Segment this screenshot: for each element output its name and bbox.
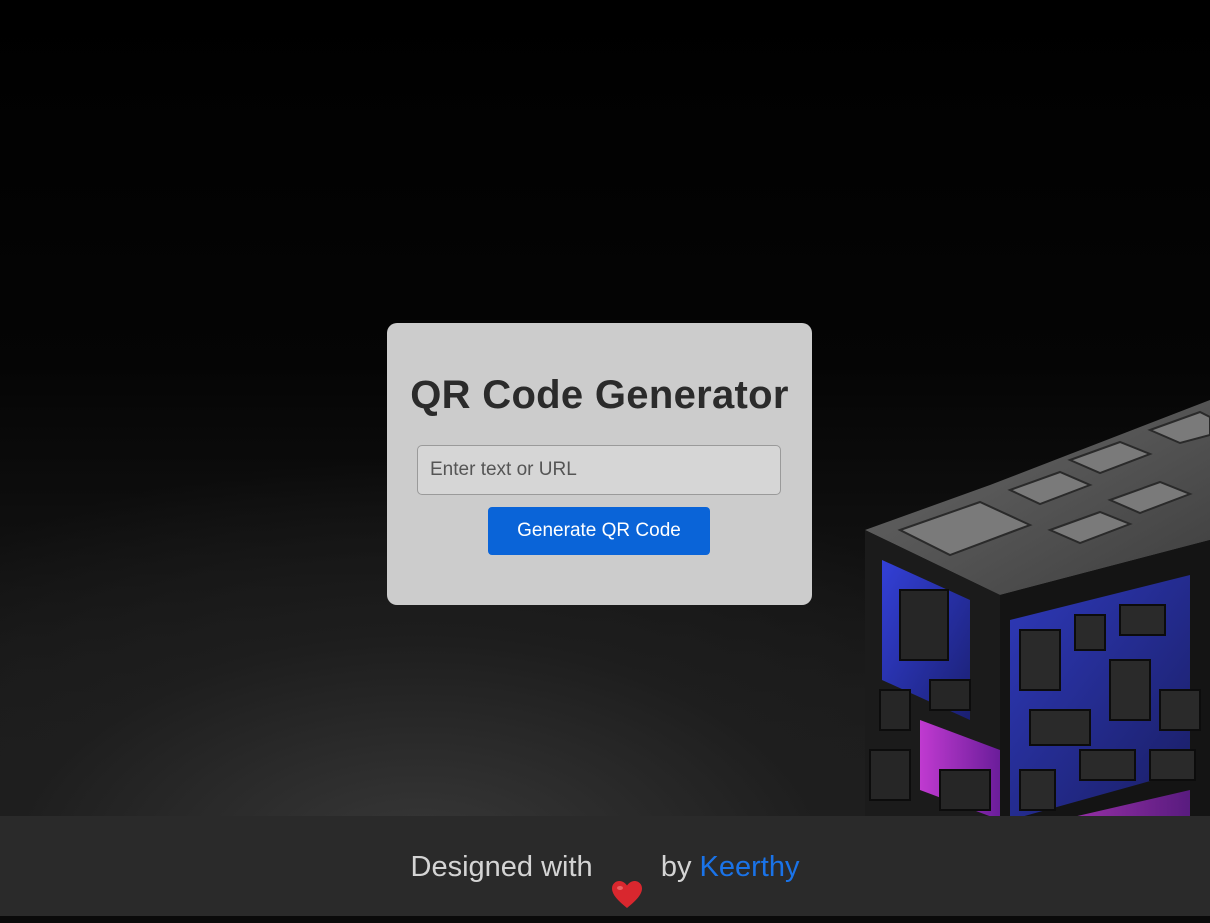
heart-icon <box>611 850 643 909</box>
qr-generator-card: QR Code Generator Generate QR Code <box>387 323 812 605</box>
generate-qr-button[interactable]: Generate QR Code <box>488 507 710 555</box>
bottom-edge <box>0 916 1210 923</box>
footer-prefix-text: Designed with <box>410 851 593 883</box>
text-url-input[interactable] <box>417 445 781 495</box>
page-title: QR Code Generator <box>410 373 789 417</box>
footer: Designed with by Keerthy <box>0 816 1210 916</box>
footer-by-text: by <box>660 851 692 883</box>
author-link[interactable]: Keerthy <box>700 851 800 883</box>
